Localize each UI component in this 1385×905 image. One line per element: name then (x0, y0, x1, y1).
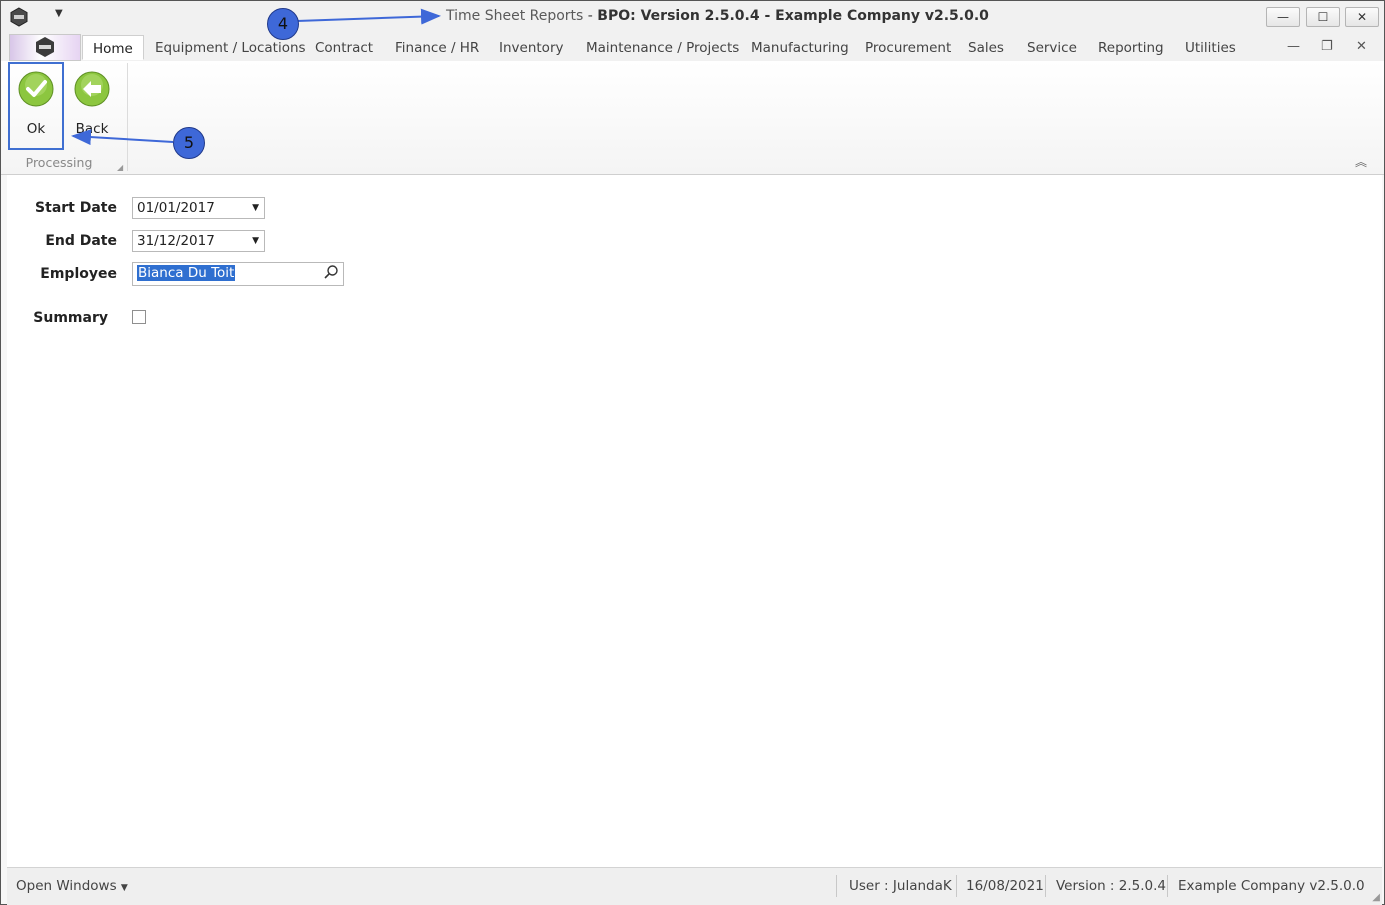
employee-value: Bianca Du Toit (137, 265, 236, 281)
end-date-value: 31/12/2017 (137, 233, 215, 249)
summary-label: Summary (33, 310, 108, 326)
title-bar: ▼ Time Sheet Reports - BPO: Version 2.5.… (1, 1, 1384, 33)
ribbon-group-label: Processing (25, 155, 93, 170)
minimize-button[interactable]: — (1266, 7, 1300, 27)
open-windows-label: Open Windows (16, 878, 117, 894)
maximize-button[interactable]: ☐ (1306, 7, 1340, 27)
window-title: Time Sheet Reports - BPO: Version 2.5.0.… (446, 8, 989, 24)
window-title-application: BPO: Version 2.5.0.4 - Example Company v… (597, 8, 989, 24)
callout-step-5: 5 (173, 127, 205, 159)
back-button-label: Back (75, 121, 109, 137)
status-bar: Open Windows ▼ User : JulandaK 16/08/202… (7, 867, 1382, 905)
employee-lookup-input[interactable]: Bianca Du Toit (132, 262, 344, 286)
tab-contract[interactable]: Contract (315, 40, 373, 56)
collapse-ribbon-icon[interactable]: ︽ (1355, 153, 1367, 170)
app-logo-icon[interactable] (9, 7, 29, 27)
employee-label: Employee (40, 266, 117, 282)
tab-inventory[interactable]: Inventory (499, 40, 563, 56)
open-windows-menu[interactable]: Open Windows ▼ (16, 878, 128, 894)
status-separator (836, 875, 837, 897)
mdi-close-icon[interactable]: ✕ (1356, 39, 1367, 54)
tab-home[interactable]: Home (82, 35, 144, 60)
application-window: ▼ Time Sheet Reports - BPO: Version 2.5.… (0, 0, 1385, 905)
start-date-input[interactable]: 01/01/2017 ▼ (132, 197, 265, 219)
ribbon-panel: Ok Back Processing ◢ ︽ (1, 61, 1384, 175)
start-date-label: Start Date (35, 200, 117, 216)
tab-procurement[interactable]: Procurement (865, 40, 951, 56)
mdi-minimize-icon[interactable]: — (1287, 39, 1300, 54)
start-date-dropdown-icon[interactable]: ▼ (252, 198, 259, 218)
group-launcher-icon[interactable]: ◢ (117, 163, 123, 172)
bpo-logo-icon (36, 37, 54, 57)
tab-manufacturing[interactable]: Manufacturing (751, 40, 849, 56)
tab-utilities[interactable]: Utilities (1185, 40, 1236, 56)
open-windows-dropdown-icon: ▼ (120, 883, 128, 893)
tab-reporting[interactable]: Reporting (1098, 40, 1164, 56)
status-date: 16/08/2021 (966, 878, 1044, 894)
end-date-input[interactable]: 31/12/2017 ▼ (132, 230, 265, 252)
status-separator (956, 875, 957, 897)
status-version: Version : 2.5.0.4 (1056, 878, 1167, 894)
end-date-label: End Date (45, 233, 117, 249)
start-date-value: 01/01/2017 (137, 200, 215, 216)
window-title-separator: - (583, 8, 598, 24)
tab-maintenance-projects[interactable]: Maintenance / Projects (586, 40, 739, 56)
report-parameters-form: Start Date 01/01/2017 ▼ End Date 31/12/2… (7, 175, 1382, 867)
tab-service[interactable]: Service (1027, 40, 1077, 56)
window-title-document: Time Sheet Reports (446, 8, 584, 24)
status-user: User : JulandaK (849, 878, 952, 894)
ok-highlight-box (8, 62, 64, 150)
mdi-restore-icon[interactable]: ❐ (1321, 39, 1333, 54)
callout-step-4: 4 (267, 8, 299, 40)
application-menu-button[interactable] (9, 34, 81, 61)
summary-checkbox[interactable] (132, 310, 146, 324)
status-separator (1167, 875, 1168, 897)
tab-finance-hr[interactable]: Finance / HR (395, 40, 479, 56)
status-company: Example Company v2.5.0.0 (1178, 878, 1365, 894)
tab-sales[interactable]: Sales (968, 40, 1004, 56)
tab-equipment-locations[interactable]: Equipment / Locations (155, 40, 306, 56)
end-date-dropdown-icon[interactable]: ▼ (252, 231, 259, 251)
quick-access-dropdown-icon[interactable]: ▼ (55, 8, 63, 19)
back-arrow-icon (74, 71, 110, 107)
back-button[interactable]: Back (66, 67, 118, 149)
resize-grip-icon[interactable]: ◢ (1372, 892, 1380, 903)
ribbon-tab-row: Home Equipment / Locations Contract Fina… (1, 33, 1384, 62)
close-button[interactable]: ✕ (1345, 7, 1379, 27)
search-icon[interactable] (323, 264, 339, 280)
status-separator (1045, 875, 1046, 897)
